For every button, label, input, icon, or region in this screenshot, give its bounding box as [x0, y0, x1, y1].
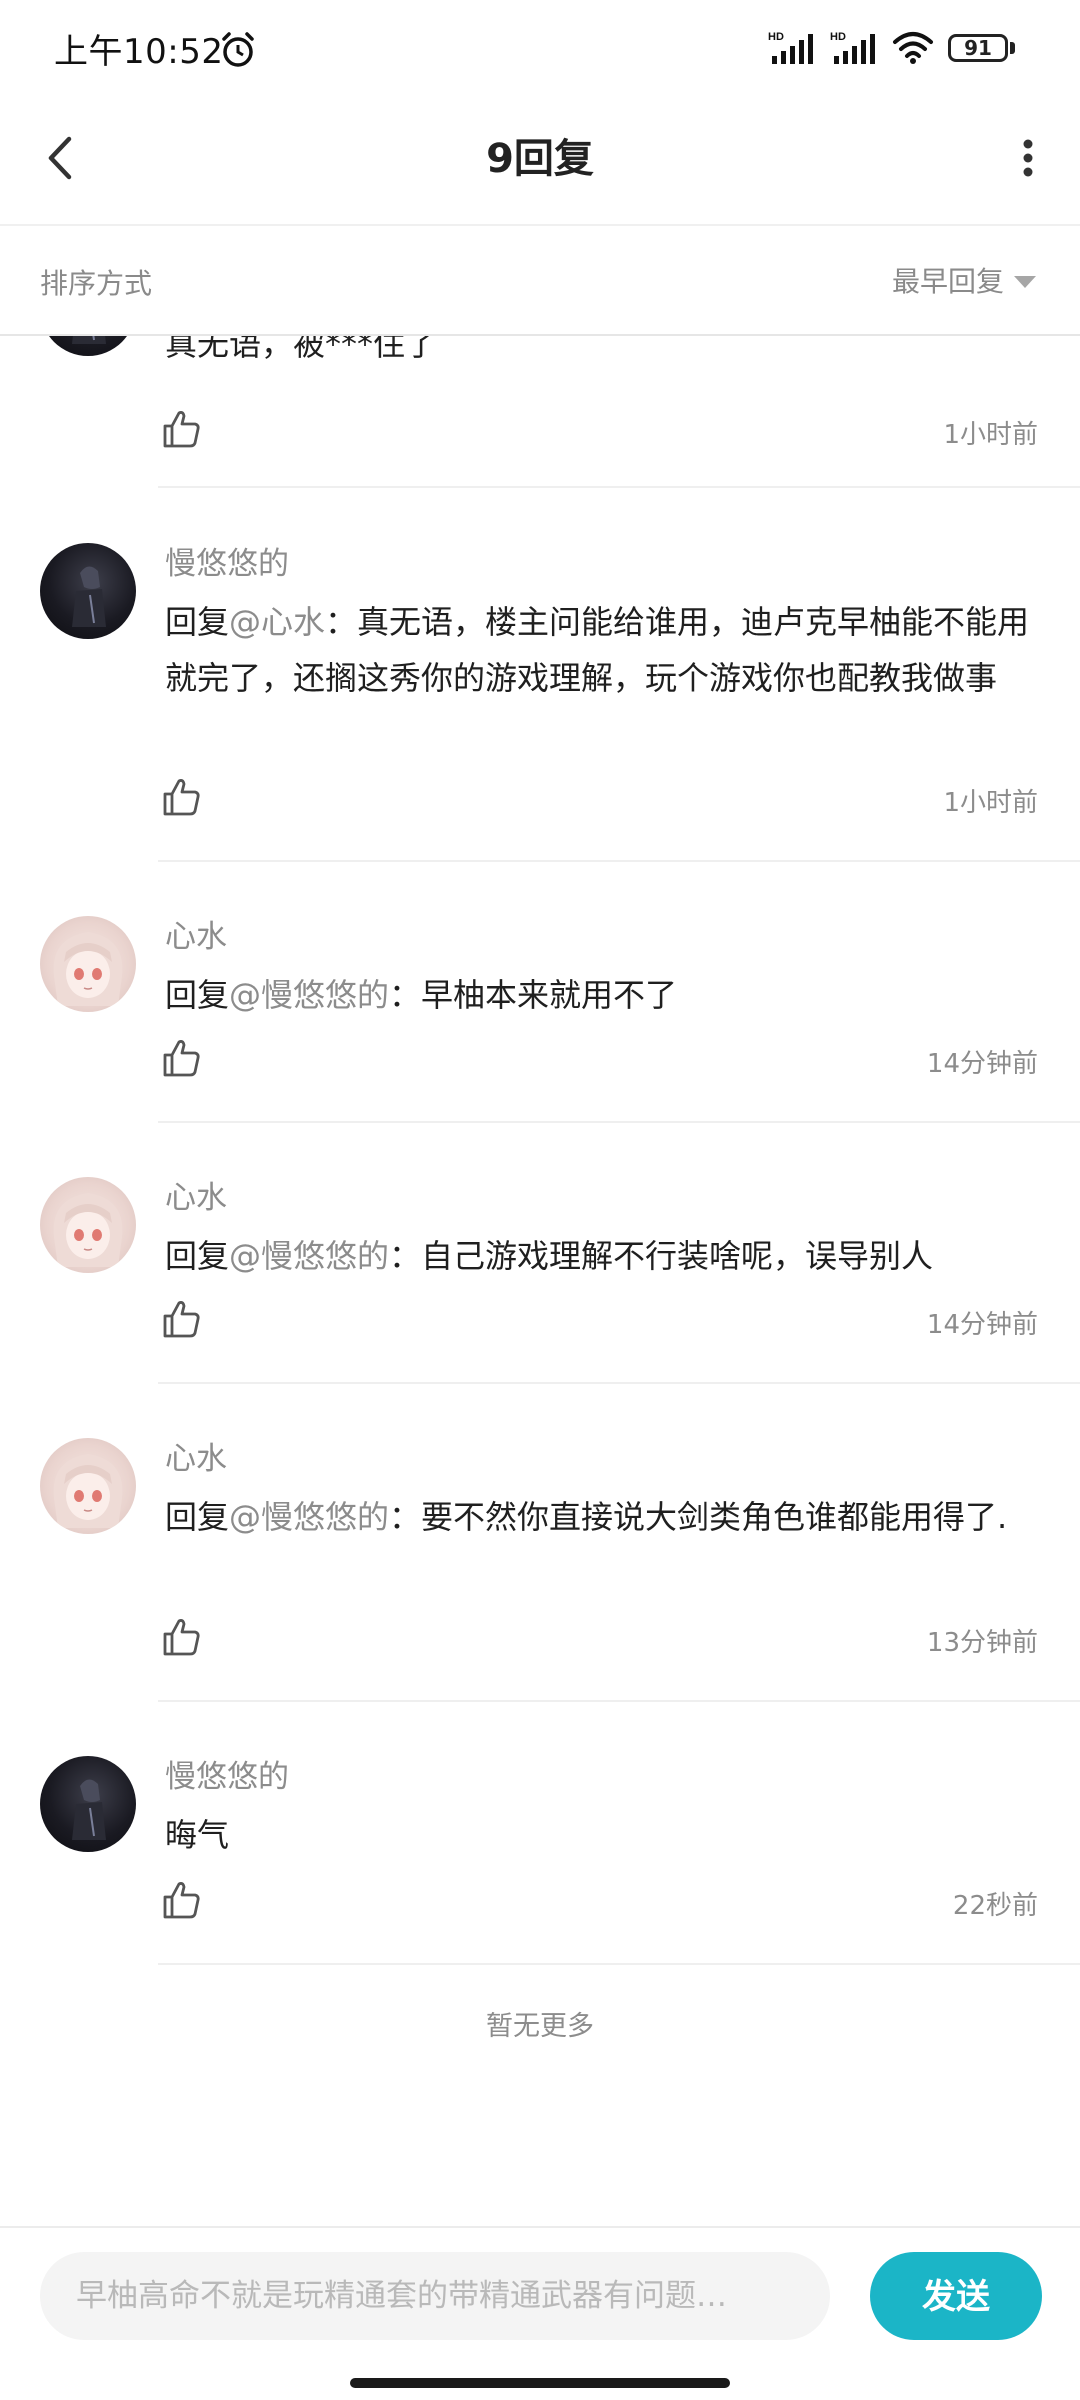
- sort-dropdown[interactable]: 最早回复: [892, 258, 1036, 302]
- thumbs-up-icon[interactable]: [160, 776, 202, 818]
- avatar[interactable]: [40, 543, 136, 639]
- comment-text: 回复@慢悠悠的：要不然你直接说大剑类角色谁都能用得了.: [165, 1498, 1008, 1536]
- user-name[interactable]: 心水: [165, 1172, 227, 1217]
- nav-bar: 9回复: [0, 96, 1080, 226]
- comment-text: 回复@慢悠悠的：早柚本来就用不了: [165, 976, 678, 1014]
- page-title: 9回复: [486, 136, 594, 182]
- more-options-button[interactable]: [998, 118, 1058, 198]
- avatar[interactable]: [40, 1177, 136, 1273]
- comment-text: 回复@慢悠悠的：自己游戏理解不行装啥呢，误导别人: [165, 1237, 934, 1275]
- thumbs-up-icon[interactable]: [160, 408, 202, 450]
- comment-time: 14分钟前: [926, 1310, 1038, 1340]
- status-time: 上午10:52: [54, 32, 224, 72]
- wifi-icon: [893, 32, 933, 64]
- thumbs-up-icon[interactable]: [160, 1298, 202, 1340]
- comment-time: 14分钟前: [926, 1049, 1038, 1079]
- reply-input-bar: 发送: [0, 2226, 1080, 2400]
- svg-text:HD: HD: [830, 31, 846, 43]
- reply-list: 真无语，被***住了 1小时前 慢悠悠的 回复@心水：真无语，楼主问能给谁用，迪…: [0, 336, 1080, 2216]
- svg-text:HD: HD: [768, 31, 784, 43]
- user-name[interactable]: 心水: [165, 1433, 227, 1478]
- dark-character-avatar-icon: [72, 1779, 106, 1840]
- divider: [158, 1121, 1080, 1123]
- divider: [158, 1700, 1080, 1702]
- hd-signal-icon: HD: [768, 31, 813, 64]
- dark-character-avatar-icon: [72, 336, 106, 344]
- comment-time: 1小时前: [943, 420, 1038, 450]
- thumbs-up-icon[interactable]: [160, 1616, 202, 1658]
- reply-input[interactable]: [40, 2252, 830, 2340]
- user-name[interactable]: 慢悠悠的: [165, 538, 289, 583]
- caret-down-icon: [1014, 276, 1036, 288]
- avatar[interactable]: [40, 1756, 136, 1852]
- mention-link[interactable]: @慢悠悠的: [229, 1498, 389, 1536]
- comment-text: 真无语，被***住了: [165, 336, 438, 363]
- mention-link[interactable]: @心水: [229, 603, 325, 641]
- user-name[interactable]: 慢悠悠的: [165, 1751, 289, 1796]
- sort-bar: 排序方式 最早回复: [0, 226, 1080, 336]
- reply-thread-page: 上午10:52 HD HD 91 9回复 排序方式 最早回复 真无语，被***住…: [0, 0, 1080, 2400]
- avatar[interactable]: [40, 1438, 136, 1534]
- mention-link[interactable]: @慢悠悠的: [229, 1237, 389, 1275]
- avatar[interactable]: [40, 336, 136, 356]
- anime-girl-avatar-icon: [53, 932, 123, 1006]
- more-vertical-icon: [1023, 139, 1033, 177]
- comment-time: 22秒前: [952, 1891, 1038, 1921]
- comment-time: 13分钟前: [926, 1628, 1038, 1658]
- comment-text: 回复@心水：真无语，楼主问能给谁用，迪卢克早柚能不能用就完了，还搁这秀你的游戏理…: [165, 603, 1030, 697]
- hd-signal-icon-2: HD: [830, 31, 875, 64]
- alarm-icon: [222, 32, 254, 67]
- home-indicator[interactable]: [350, 2378, 730, 2388]
- send-button[interactable]: 发送: [870, 2252, 1042, 2340]
- divider: [158, 1382, 1080, 1384]
- divider: [158, 1963, 1080, 1965]
- divider: [158, 486, 1080, 488]
- comment-text: 晦气: [165, 1816, 230, 1854]
- user-name[interactable]: 心水: [165, 911, 227, 956]
- sort-value: 最早回复: [891, 265, 1004, 298]
- battery-icon: 91: [948, 31, 1018, 65]
- status-bar: 上午10:52 HD HD 91: [0, 0, 1080, 96]
- battery-level: 91: [964, 36, 992, 60]
- mention-link[interactable]: @慢悠悠的: [229, 976, 389, 1014]
- anime-girl-avatar-icon: [53, 1454, 123, 1528]
- anime-girl-avatar-icon: [53, 1193, 123, 1267]
- divider: [158, 860, 1080, 862]
- no-more-label: 暂无更多: [486, 2011, 594, 2042]
- comment-time: 1小时前: [943, 788, 1038, 818]
- status-icons: HD HD 91: [768, 28, 1018, 68]
- dark-character-avatar-icon: [72, 566, 106, 627]
- thumbs-up-icon[interactable]: [160, 1879, 202, 1921]
- avatar[interactable]: [40, 916, 136, 1012]
- thumbs-up-icon[interactable]: [160, 1037, 202, 1079]
- sort-label: 排序方式: [40, 267, 153, 300]
